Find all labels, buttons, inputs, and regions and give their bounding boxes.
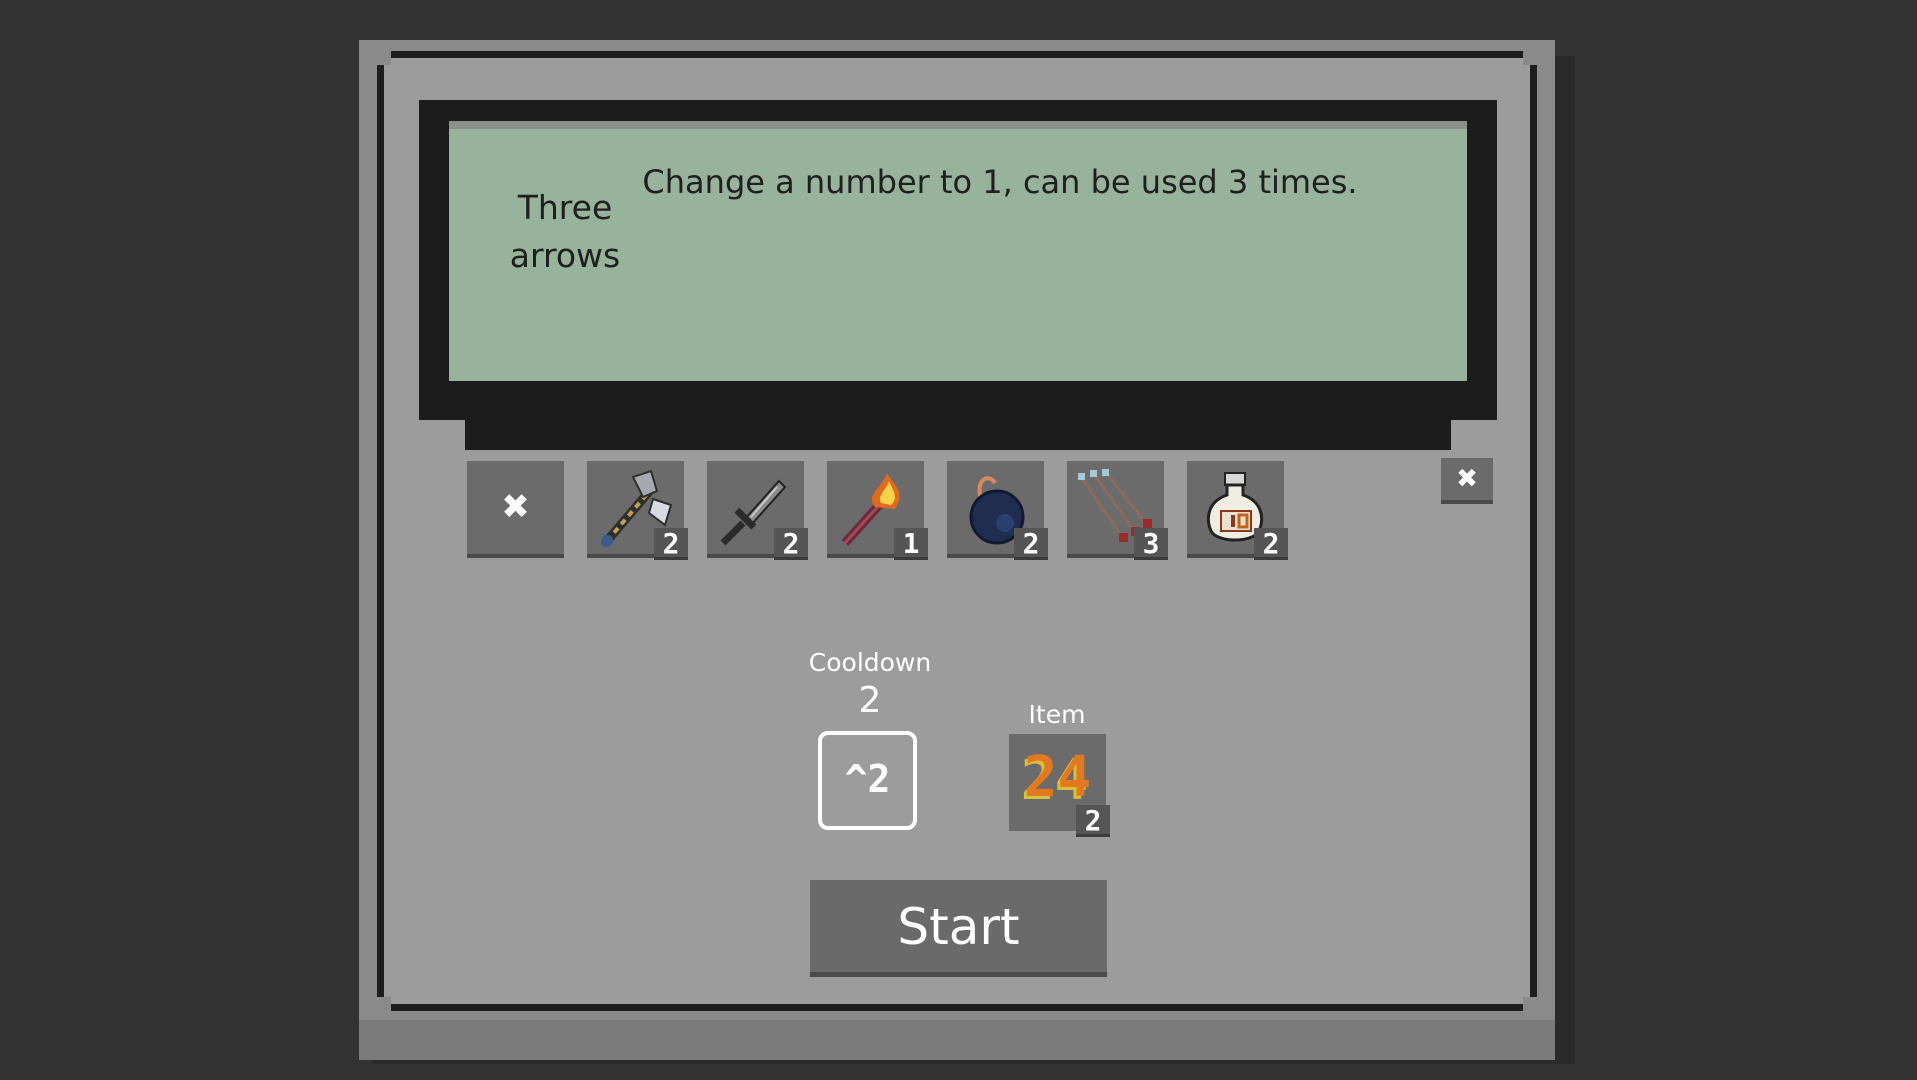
inventory-slot-three-arrows[interactable]: 3: [1067, 461, 1168, 560]
close-button[interactable]: ✖: [1441, 458, 1493, 504]
item-label: Item: [1028, 700, 1086, 729]
item-description: Change a number to 1, can be used 3 time…: [642, 163, 1358, 201]
item-count-badge: 2: [1014, 528, 1048, 560]
item-count-badge: 2: [654, 528, 688, 560]
inventory-slot-bomb[interactable]: 2: [947, 461, 1048, 560]
clear-slot-button[interactable]: ✖: [467, 461, 564, 558]
cooldown-value: 2: [858, 680, 882, 721]
panel-bottom-edge: [359, 1020, 1555, 1060]
item-count-badge: 2: [1076, 805, 1110, 837]
item-count-badge: 2: [1254, 528, 1288, 560]
panel-corner: [377, 997, 391, 1011]
inventory-slot-potion[interactable]: 2: [1187, 461, 1288, 560]
inventory-slot-torch[interactable]: 1: [827, 461, 928, 560]
description-frame-notch: [419, 420, 465, 450]
item-name: Three arrows: [509, 188, 621, 275]
start-button[interactable]: Start: [810, 880, 1107, 977]
item-count-badge: 2: [774, 528, 808, 560]
item-count-badge: 1: [894, 528, 928, 560]
panel-corner: [377, 51, 391, 65]
item-slot[interactable]: 24 2: [1009, 734, 1110, 837]
description-frame-notch: [1451, 420, 1497, 450]
panel-corner: [1523, 51, 1537, 65]
inventory-slot-sword[interactable]: 2: [707, 461, 808, 560]
panel-corner: [1523, 997, 1537, 1011]
cooldown-label: Cooldown: [808, 648, 932, 677]
inventory-slot-axe[interactable]: 2: [587, 461, 688, 560]
power-dice-slot[interactable]: ^2: [818, 731, 917, 830]
x-icon: ✖: [501, 487, 530, 527]
item-count-badge: 3: [1134, 528, 1168, 560]
description-screen-bevel: [449, 121, 1467, 129]
